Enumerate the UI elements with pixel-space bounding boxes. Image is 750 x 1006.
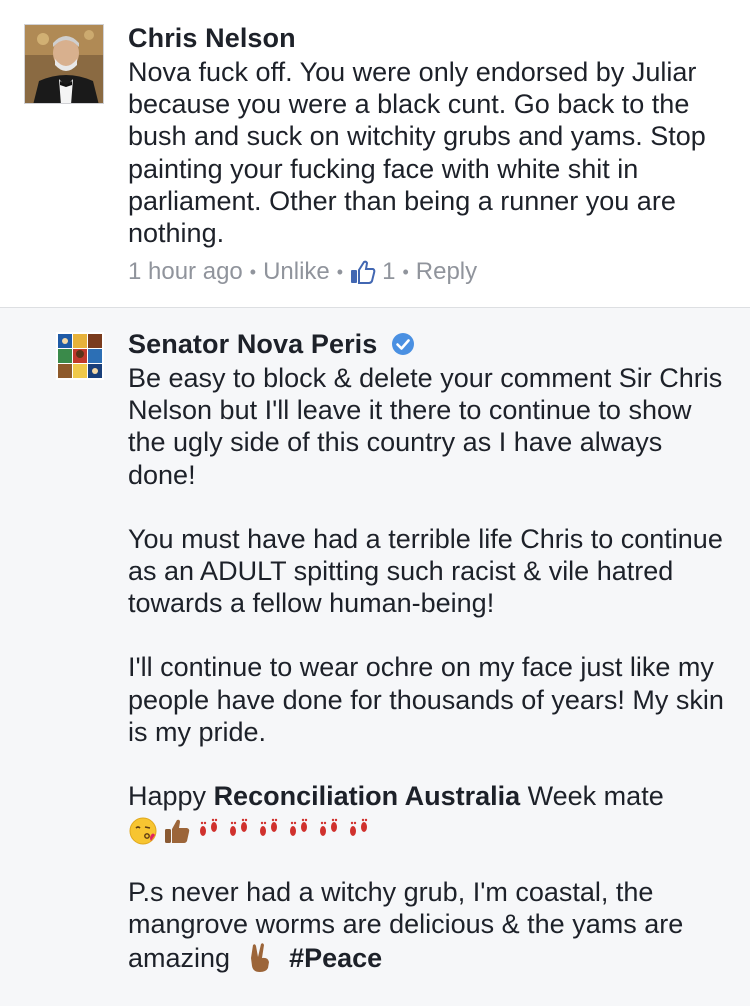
thumbs-up-icon xyxy=(162,816,192,851)
reply-author: Senator Nova Peris xyxy=(128,326,728,362)
footprints-icon xyxy=(346,817,372,850)
reply-paragraph-2: You must have had a terrible life Chris … xyxy=(128,523,723,619)
footprints-icon xyxy=(256,817,282,850)
reply-happy-line: Happy Reconciliation Australia Week mate xyxy=(128,780,728,812)
avatar-nova-peris[interactable] xyxy=(56,332,104,380)
reply-author-name[interactable]: Senator Nova Peris xyxy=(128,329,377,359)
comment-actions: 1 hour ago • Unlike • 1 • Reply xyxy=(128,255,728,289)
reconciliation-australia-link[interactable]: Reconciliation Australia xyxy=(214,781,521,811)
comment-timestamp[interactable]: 1 hour ago xyxy=(128,255,243,289)
footprints-icon xyxy=(196,817,222,850)
reply-senator-nova-peris: Senator Nova Peris Be easy to block & de… xyxy=(0,307,750,1006)
separator-dot: • xyxy=(402,262,409,283)
emoji-row xyxy=(128,812,728,854)
victory-hand-icon xyxy=(246,941,274,980)
comment-author[interactable]: Chris Nelson xyxy=(128,20,728,56)
avatar-chris-nelson[interactable] xyxy=(24,24,104,104)
peace-hashtag-link[interactable]: #Peace xyxy=(289,943,382,973)
footprints-icon xyxy=(316,817,342,850)
happy-suffix: Week mate xyxy=(527,781,664,812)
reply-paragraph-1: Be easy to block & delete your comment S… xyxy=(128,363,723,490)
like-count[interactable]: 1 xyxy=(382,255,395,289)
separator-dot: • xyxy=(336,262,344,283)
comment-chris-nelson: Chris Nelson Nova fuck off. You were onl… xyxy=(0,0,750,307)
happy-prefix: Happy xyxy=(128,781,207,812)
ps-text: P.s never had a witchy grub, I'm coastal… xyxy=(128,877,684,973)
kissing-face-icon xyxy=(128,816,158,851)
thumbs-up-icon[interactable] xyxy=(350,259,376,285)
footprints-icon xyxy=(226,817,252,850)
reply-button[interactable]: Reply xyxy=(416,255,477,289)
footprints-icon xyxy=(286,817,312,850)
comment-text: Nova fuck off. You were only endorsed by… xyxy=(128,57,706,249)
unlike-button[interactable]: Unlike xyxy=(263,255,330,289)
reply-ps-paragraph: P.s never had a witchy grub, I'm coastal… xyxy=(128,876,728,980)
separator-dot: • xyxy=(249,262,257,283)
verified-badge-icon xyxy=(391,329,415,355)
reply-paragraph-3: I'll continue to wear ochre on my face j… xyxy=(128,652,724,747)
